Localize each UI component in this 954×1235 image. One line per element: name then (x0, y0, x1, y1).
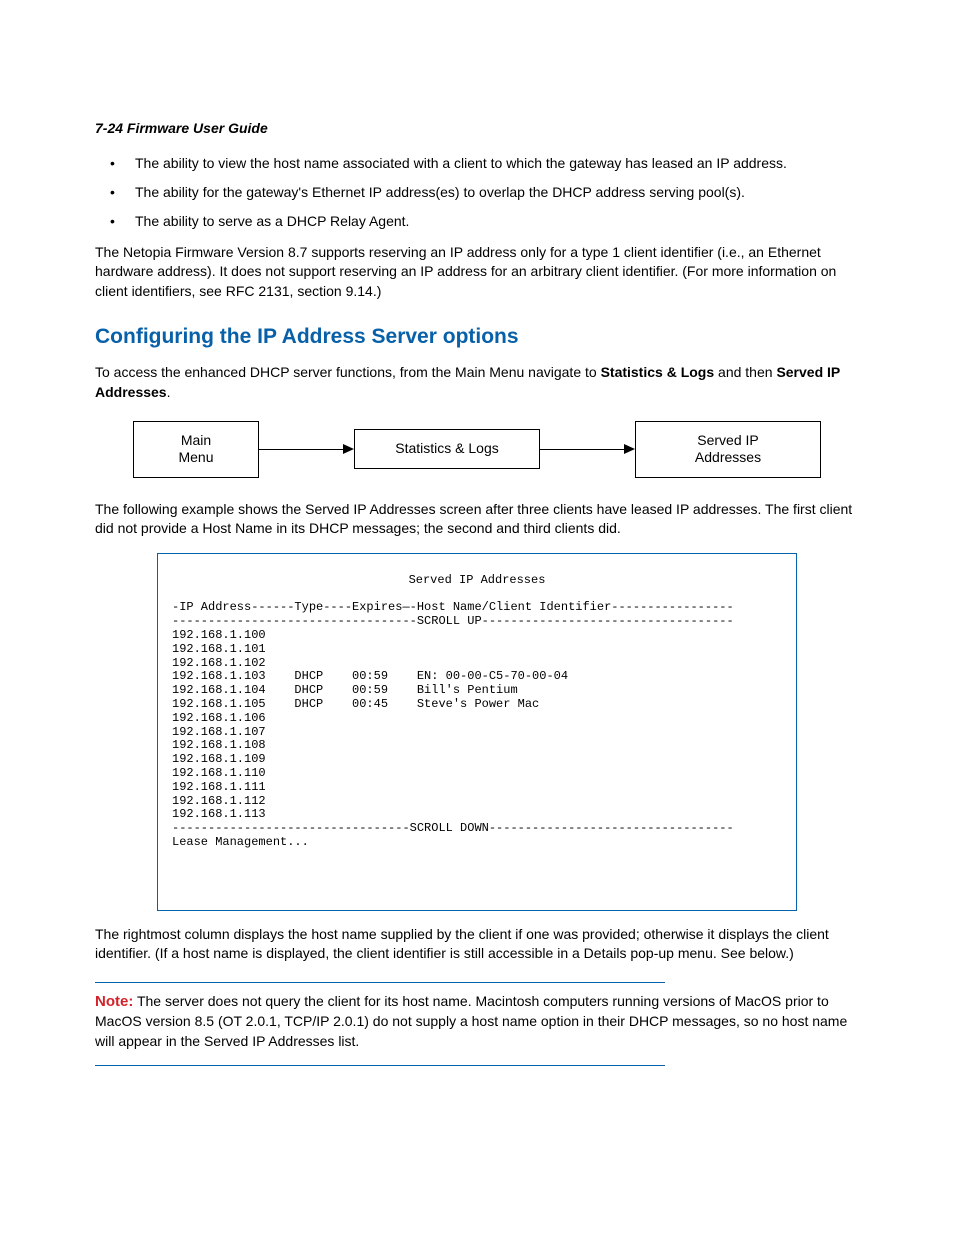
note-rule-top (95, 982, 665, 983)
feature-list: The ability to view the host name associ… (95, 154, 859, 231)
text: To access the enhanced DHCP server funct… (95, 364, 601, 380)
list-item: The ability to serve as a DHCP Relay Age… (95, 212, 859, 231)
note-body: The server does not query the client for… (95, 993, 847, 1049)
arrow-icon (540, 449, 635, 450)
bold-text: Statistics & Logs (601, 364, 715, 380)
terminal-row: 192.168.1.101 (172, 642, 266, 656)
terminal-row: 192.168.1.110 (172, 766, 266, 780)
terminal-title: Served IP Addresses (172, 574, 782, 588)
terminal-row: 192.168.1.111 (172, 780, 266, 794)
list-item: The ability to view the host name associ… (95, 154, 859, 173)
paragraph-firmware: The Netopia Firmware Version 8.7 support… (95, 243, 859, 302)
terminal-row: 192.168.1.104 DHCP 00:59 Bill's Pentium (172, 683, 518, 697)
terminal-screen: Served IP Addresses -IP Address------Typ… (157, 553, 797, 911)
arrow-icon (259, 449, 354, 450)
terminal-scroll-up: ----------------------------------SCROLL… (172, 614, 734, 628)
text: and then (714, 364, 776, 380)
paragraph-nav: To access the enhanced DHCP server funct… (95, 363, 859, 402)
paragraph-example: The following example shows the Served I… (95, 500, 859, 539)
nav-box-line: Addresses (658, 449, 798, 467)
terminal-row: 192.168.1.112 (172, 794, 266, 808)
nav-box-served-ip: Served IP Addresses (635, 421, 821, 478)
nav-box-line: Main (156, 432, 236, 450)
nav-box-stats-logs: Statistics & Logs (354, 429, 540, 469)
terminal-row: 192.168.1.106 (172, 711, 266, 725)
page: 7-24 Firmware User Guide The ability to … (0, 0, 954, 1235)
nav-box-line: Statistics & Logs (377, 440, 517, 458)
nav-box-main-menu: Main Menu (133, 421, 259, 478)
text: . (167, 384, 171, 400)
note-paragraph: Note: The server does not query the clie… (95, 991, 859, 1051)
terminal-row: 192.168.1.107 (172, 725, 266, 739)
terminal-scroll-down: ---------------------------------SCROLL … (172, 821, 734, 835)
terminal-row: 192.168.1.105 DHCP 00:45 Steve's Power M… (172, 697, 539, 711)
terminal-row: 192.168.1.109 (172, 752, 266, 766)
terminal-header-row: -IP Address------Type----Expires—-Host N… (172, 600, 734, 614)
terminal-row: 192.168.1.108 (172, 738, 266, 752)
nav-box-line: Menu (156, 449, 236, 467)
terminal-footer: Lease Management... (172, 835, 309, 849)
terminal-row: 192.168.1.103 DHCP 00:59 EN: 00-00-C5-70… (172, 669, 568, 683)
section-heading: Configuring the IP Address Server option… (95, 325, 859, 349)
nav-diagram: Main Menu Statistics & Logs Served IP Ad… (95, 421, 859, 478)
note-label: Note: (95, 993, 133, 1010)
page-header: 7-24 Firmware User Guide (95, 120, 859, 136)
list-item: The ability for the gateway's Ethernet I… (95, 183, 859, 202)
terminal-row: 192.168.1.100 (172, 628, 266, 642)
paragraph-column: The rightmost column displays the host n… (95, 925, 859, 964)
nav-box-line: Served IP (658, 432, 798, 450)
terminal-row: 192.168.1.102 (172, 656, 266, 670)
note-rule-bottom (95, 1065, 665, 1066)
terminal-row: 192.168.1.113 (172, 807, 266, 821)
